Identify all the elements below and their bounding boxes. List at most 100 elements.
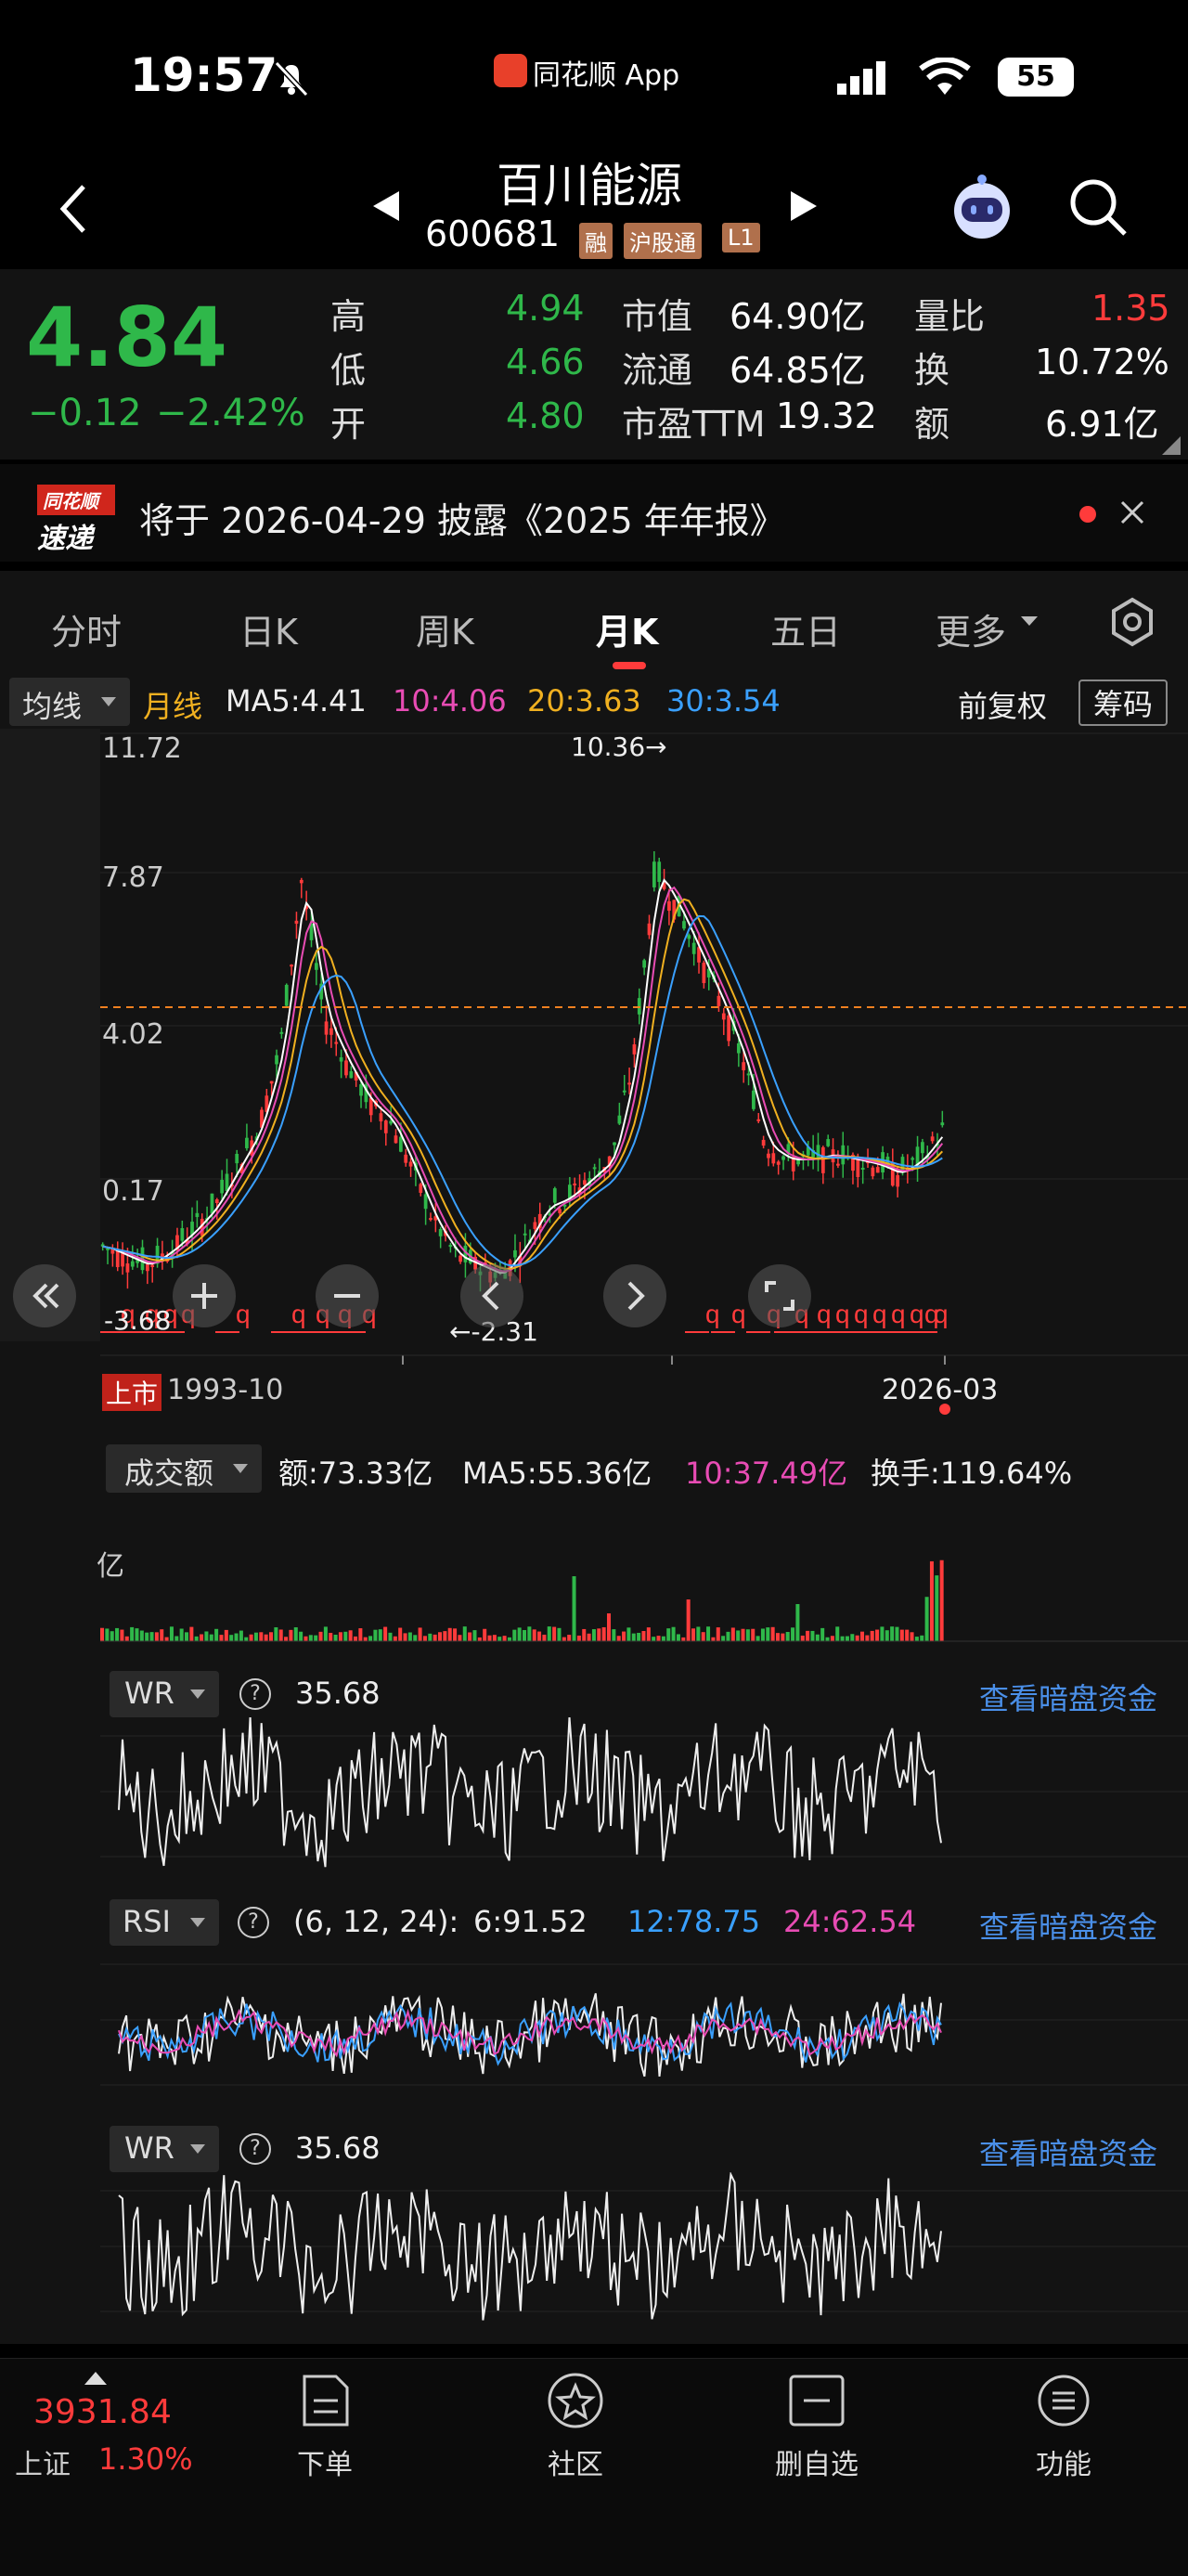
expand-corner-icon[interactable] [1162,436,1181,455]
ma-line-2 [102,898,944,1270]
volume-bar [929,1560,934,1641]
order-button[interactable]: 下单 [278,2373,371,2481]
volume-bar [264,1634,268,1641]
volume-bar [468,1632,472,1641]
float-label: 流通 [622,350,693,391]
volume-bar [557,1627,562,1641]
wr-value-2: 35.68 [295,2130,381,2166]
rsi-chart[interactable] [0,1946,1188,2104]
float-value: 64.85亿 [730,350,866,391]
dark-pool-link-2[interactable]: 查看暗盘资金 [979,1904,1157,1947]
help-icon[interactable]: ? [239,1678,271,1710]
index-value[interactable]: 3931.84 [33,2393,172,2431]
tab-monthly-k[interactable]: 月K [596,603,658,654]
scroll-left-button[interactable] [460,1264,523,1327]
candle-body [592,1167,597,1170]
volume-bar [145,1632,149,1641]
robot-assistant-icon[interactable] [947,172,1017,242]
candle-body [552,1188,557,1203]
candle-body [383,1120,388,1133]
volume-bar [895,1626,899,1641]
functions-label: 功能 [1036,2449,1091,2481]
volume-bar [438,1632,443,1641]
candle-body [776,1161,781,1165]
volume-bar [820,1627,825,1641]
close-icon[interactable] [1119,499,1145,525]
wr-chart-2[interactable] [0,2172,1188,2330]
volume-bar [523,1629,527,1641]
ma10-value: 10:4.06 [393,683,507,718]
volume-bar [914,1637,919,1641]
community-button[interactable]: 社区 [529,2373,622,2481]
volume-bar [587,1633,591,1641]
dark-pool-link-1[interactable]: 查看暗盘资金 [979,1676,1157,1718]
candle-body [269,1081,274,1084]
adjust-button[interactable]: 前复权 [958,683,1047,726]
kline-chart[interactable]: qqqqqqqqqqqqqqqqqqqqq [0,729,1188,1434]
candle-body [398,1136,403,1152]
chevron-right-icon [627,1281,645,1311]
candle-body [558,1209,562,1213]
candle-body [632,1044,637,1055]
ma30-value: 30:3.54 [666,683,781,718]
candle-body [130,1261,135,1267]
volume-bar [641,1631,646,1641]
tab-weekly-k[interactable]: 周K [416,603,474,654]
pe-label: 市盈TTM [622,404,766,445]
back-arrow-icon[interactable] [56,181,93,237]
quote-panel: 4.84 −0.12 −2.42% 高 4.94 低 4.66 开 4.80 市… [0,269,1188,460]
prev-stock-icon[interactable] [369,188,403,225]
volume-bar [383,1626,388,1641]
volume-bar [289,1629,293,1641]
order-icon [303,2375,349,2427]
news-banner[interactable]: 同花顺 速递 将于 2026-04-29 披露《2025 年年报》 [0,464,1188,562]
volume-bar [492,1635,497,1641]
volume-bar [920,1635,924,1641]
rsi12-value: 12:78.75 [627,1904,761,1939]
scroll-right-button[interactable] [603,1264,666,1327]
volume-bar [443,1631,447,1641]
functions-button[interactable]: 功能 [1017,2373,1110,2481]
volume-bar [299,1631,303,1641]
volume-bar [100,1627,105,1641]
volume-bar [209,1634,213,1641]
event-marker: q [872,1300,887,1328]
dark-pool-link-3[interactable]: 查看暗盘资金 [979,2130,1157,2173]
wr-chart-1[interactable] [0,1717,1188,1875]
volume-chart[interactable] [0,1485,1188,1648]
next-stock-icon[interactable] [787,188,820,225]
tab-more[interactable]: 更多 [936,603,1006,654]
chips-button[interactable]: 筹码 [1078,680,1169,726]
volume-bar [462,1626,467,1641]
ma-period: 月线 [143,689,203,724]
zoom-in-button[interactable] [173,1264,236,1327]
volume-bar [532,1629,536,1641]
tab-daily-k[interactable]: 日K [239,603,298,654]
search-icon[interactable] [1067,176,1129,238]
candle-body [940,1122,945,1126]
candle-body [279,1031,284,1034]
help-icon[interactable]: ? [238,1907,269,1938]
chevron-left-icon [482,1281,499,1311]
volume-bar [308,1635,313,1641]
index-up-icon [84,2372,107,2385]
zoom-out-button[interactable] [316,1264,379,1327]
candle-body [687,935,691,939]
volume-bar [458,1635,462,1641]
fullscreen-button[interactable] [748,1264,811,1327]
badge-margin: 融 [579,223,613,259]
volume-bar [910,1632,914,1641]
tab-intraday[interactable]: 分时 [51,603,122,654]
help-icon[interactable]: ? [239,2133,271,2165]
candle-body [235,1153,239,1164]
candle-body [642,960,647,968]
volume-bar [160,1629,164,1641]
scroll-far-left-button[interactable] [13,1264,76,1327]
tab-five-day[interactable]: 五日 [770,603,841,654]
settings-icon[interactable] [1104,594,1160,650]
candle-body [324,1021,329,1035]
candle-body [115,1249,120,1268]
community-label: 社区 [548,2449,603,2481]
remove-watchlist-button[interactable]: 删自选 [770,2373,863,2481]
volume-bar [860,1631,865,1641]
